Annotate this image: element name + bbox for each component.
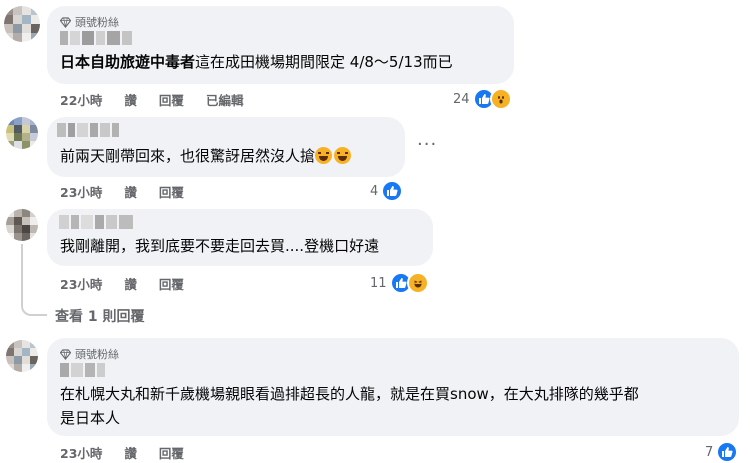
wow-icon: [489, 88, 512, 110]
reaction-count: 4: [370, 183, 379, 199]
comment-bubble: 頭號粉絲 日本自助旅遊中毒者這在成田機場期間限定 4/8〜5/13而已: [47, 6, 514, 84]
comment-actions: 23小時 讚 回覆: [60, 274, 184, 293]
like-icon: [381, 180, 404, 202]
like-button[interactable]: 讚: [124, 274, 137, 293]
comment-body: 這在成田機場期間限定 4/8〜5/13而已: [195, 53, 453, 71]
like-button[interactable]: 讚: [124, 443, 137, 462]
comment-actions: 22小時 讚 回覆 已編輯: [60, 90, 243, 109]
comment-bubble: 頭號粉絲 在札幌大丸和新千歲機場親眼看過排超長的人龍，就是在買snow，在大丸排…: [47, 338, 739, 436]
laugh-cry-emoji: [334, 147, 352, 164]
timestamp[interactable]: 23小時: [60, 443, 102, 462]
like-button[interactable]: 讚: [124, 182, 137, 201]
timestamp[interactable]: 23小時: [60, 274, 102, 293]
comment-body: 是日本人: [60, 409, 121, 427]
avatar[interactable]: [4, 6, 40, 42]
comment-actions: 23小時 讚 回覆: [60, 182, 184, 201]
reply-button[interactable]: 回覆: [159, 443, 184, 462]
diamond-icon: [60, 348, 71, 360]
reaction-count: 11: [370, 275, 387, 291]
laugh-cry-emoji: [315, 147, 333, 164]
comment-body: 我剛離開，我到底要不要走回去買....登機口好遠: [60, 237, 380, 255]
reaction-count: 24: [453, 91, 470, 107]
comment-text: 前兩天剛帶回來，也很驚訝居然沒人搶: [60, 145, 352, 167]
haha-icon: [406, 272, 429, 294]
like-button[interactable]: 讚: [124, 90, 137, 109]
view-replies-link[interactable]: 查看 1 則回覆: [55, 306, 145, 326]
avatar[interactable]: [6, 209, 38, 241]
avatar[interactable]: [6, 340, 38, 372]
diamond-icon: [60, 16, 71, 28]
timestamp[interactable]: 23小時: [60, 182, 102, 201]
like-icon: [716, 441, 739, 463]
comment-text: 日本自助旅遊中毒者這在成田機場期間限定 4/8〜5/13而已: [60, 51, 453, 73]
reaction-summary[interactable]: 24: [453, 88, 512, 110]
top-fan-badge: 頭號粉絲: [60, 14, 119, 30]
reaction-summary[interactable]: 4: [370, 180, 404, 202]
comment-text: 在札幌大丸和新千歲機場親眼看過排超長的人龍，就是在買snow，在大丸排隊的幾乎都: [60, 383, 639, 405]
commenter-name[interactable]: [60, 363, 105, 377]
timestamp[interactable]: 22小時: [60, 90, 102, 109]
mentioned-name[interactable]: 日本自助旅遊中毒者: [60, 53, 195, 71]
comment-text-line2: 是日本人: [60, 407, 120, 429]
reply-button[interactable]: 回覆: [159, 274, 184, 293]
comment-body: 前兩天剛帶回來，也很驚訝居然沒人搶: [60, 147, 316, 165]
badge-label: 頭號粉絲: [75, 16, 119, 29]
commenter-name[interactable]: [59, 215, 133, 229]
edited-label[interactable]: 已編輯: [206, 90, 244, 109]
commenter-name[interactable]: [60, 31, 132, 45]
comment-text: 我剛離開，我到底要不要走回去買....登機口好遠: [60, 235, 379, 257]
comment-bubble: 我剛離開，我到底要不要走回去買....登機口好遠: [47, 209, 433, 266]
comment-bubble: 前兩天剛帶回來，也很驚訝居然沒人搶: [47, 117, 405, 177]
avatar[interactable]: [6, 117, 38, 149]
reaction-count: 7: [705, 444, 714, 460]
commenter-name[interactable]: [57, 123, 119, 137]
reply-button[interactable]: 回覆: [159, 90, 184, 109]
comment-body: 在札幌大丸和新千歲機場親眼看過排超長的人龍，就是在買snow，在大丸排隊的幾乎都: [60, 385, 639, 403]
badge-label: 頭號粉絲: [75, 348, 119, 361]
comment-actions: 23小時 讚 回覆: [60, 443, 184, 462]
reply-button[interactable]: 回覆: [159, 182, 184, 201]
thread-connector: [21, 244, 47, 316]
reaction-summary[interactable]: 11: [370, 272, 429, 294]
top-fan-badge: 頭號粉絲: [60, 346, 119, 362]
more-options-icon[interactable]: ···: [417, 134, 437, 155]
reaction-summary[interactable]: 7: [705, 441, 739, 463]
